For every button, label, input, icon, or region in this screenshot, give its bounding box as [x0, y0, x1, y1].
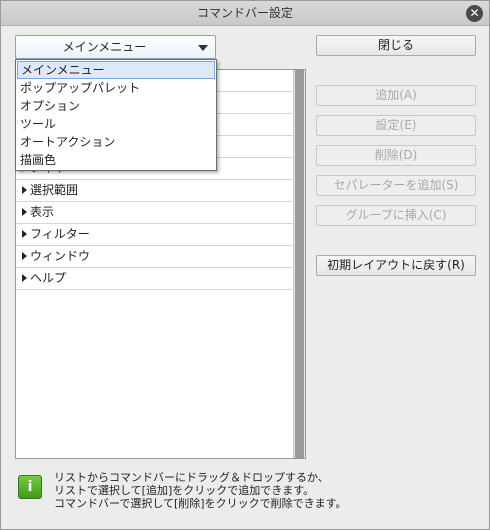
tree-item-filter[interactable]: フィルター: [16, 224, 294, 246]
close-button[interactable]: 閉じる: [316, 35, 476, 56]
reset-layout-button[interactable]: 初期レイアウトに戻す(R): [316, 255, 476, 276]
tree-scrollbar[interactable]: [293, 70, 305, 458]
title-bar: コマンドバー設定 ✕: [1, 1, 489, 26]
expand-triangle-icon[interactable]: [22, 229, 27, 238]
expand-triangle-icon[interactable]: [22, 273, 27, 282]
tree-item-window[interactable]: ウィンドウ: [16, 246, 294, 268]
tree-item-selection[interactable]: 選択範囲: [16, 180, 294, 202]
tree-item-help[interactable]: ヘルプ: [16, 268, 294, 290]
window-title: コマンドバー設定: [196, 6, 293, 20]
info-icon: i: [18, 475, 42, 499]
chevron-down-icon[interactable]: [198, 45, 208, 51]
dropdown-option-main-menu[interactable]: メインメニュー: [17, 61, 215, 79]
command-bar-select[interactable]: メインメニュー: [15, 35, 216, 59]
delete-button[interactable]: 削除(D): [316, 145, 476, 166]
command-bar-dropdown: メインメニュー ポップアップパレット オプション ツール オートアクション 描画…: [15, 59, 217, 171]
help-line: リストで選択して[追加]をクリックで追加できます。: [54, 484, 315, 497]
add-button[interactable]: 追加(A): [316, 85, 476, 106]
command-bar-settings-window: コマンドバー設定 ✕ メインメニュー レイヤー 選択範囲 表示 フィルター ウィ…: [0, 0, 490, 530]
close-icon[interactable]: ✕: [466, 5, 483, 22]
help-line: リストからコマンドバーにドラッグ＆ドロップするか、: [54, 471, 329, 484]
dropdown-option-auto-action[interactable]: オートアクション: [16, 133, 216, 151]
settings-button[interactable]: 設定(E): [316, 115, 476, 136]
expand-triangle-icon[interactable]: [22, 251, 27, 260]
add-separator-button[interactable]: セパレーターを追加(S): [316, 175, 476, 196]
expand-triangle-icon[interactable]: [22, 185, 27, 194]
scrollbar-thumb[interactable]: [295, 70, 304, 458]
select-value: メインメニュー: [62, 40, 147, 54]
tree-item-view[interactable]: 表示: [16, 202, 294, 224]
dropdown-option-drawing-color[interactable]: 描画色: [16, 151, 216, 169]
expand-triangle-icon[interactable]: [22, 207, 27, 216]
help-line: コマンドバーで選択して[削除]をクリックで削除できます。: [54, 497, 347, 510]
insert-group-button[interactable]: グループに挿入(C): [316, 205, 476, 226]
dropdown-option-popup-palette[interactable]: ポップアップパレット: [16, 79, 216, 97]
help-text: リストからコマンドバーにドラッグ＆ドロップするか、 リストで選択して[追加]をク…: [54, 471, 474, 510]
dropdown-option-tool[interactable]: ツール: [16, 115, 216, 133]
dropdown-option-option[interactable]: オプション: [16, 97, 216, 115]
